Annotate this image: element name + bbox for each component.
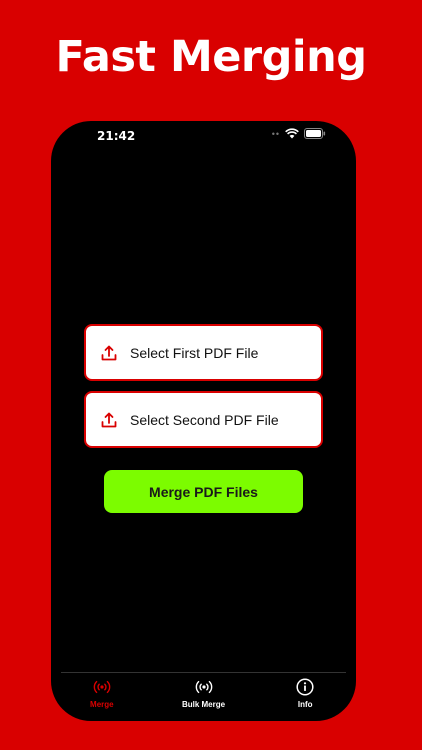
tab-bar: Merge Bulk Merge Info xyxy=(51,673,356,721)
tab-info[interactable]: Info xyxy=(254,673,356,721)
select-second-pdf-label: Select Second PDF File xyxy=(130,411,279,428)
upload-icon xyxy=(100,344,118,362)
tab-merge[interactable]: Merge xyxy=(51,673,153,721)
cellular-dots-icon: •• xyxy=(271,128,280,139)
battery-icon xyxy=(304,128,326,139)
merge-pdf-button[interactable]: Merge PDF Files xyxy=(104,470,303,513)
select-first-pdf-button[interactable]: Select First PDF File xyxy=(84,324,323,381)
status-icons: •• xyxy=(272,128,326,139)
broadcast-icon xyxy=(93,677,111,697)
tab-bulk-merge-label: Bulk Merge xyxy=(181,700,226,709)
status-bar: 21:42 •• xyxy=(51,121,356,151)
broadcast-icon xyxy=(195,677,213,697)
tab-info-label: Info xyxy=(297,700,313,709)
select-second-pdf-button[interactable]: Select Second PDF File xyxy=(84,391,323,448)
select-first-pdf-label: Select First PDF File xyxy=(130,344,259,361)
status-time: 21:42 xyxy=(97,129,136,143)
tab-merge-label: Merge xyxy=(90,700,114,709)
phone-screen: 21:42 •• Select First PDF File Select Se… xyxy=(51,121,356,721)
tab-bulk-merge[interactable]: Bulk Merge xyxy=(153,673,255,721)
headline: Fast Merging xyxy=(55,32,367,82)
info-icon xyxy=(296,677,314,697)
upload-icon xyxy=(100,411,118,429)
wifi-icon xyxy=(285,128,299,139)
